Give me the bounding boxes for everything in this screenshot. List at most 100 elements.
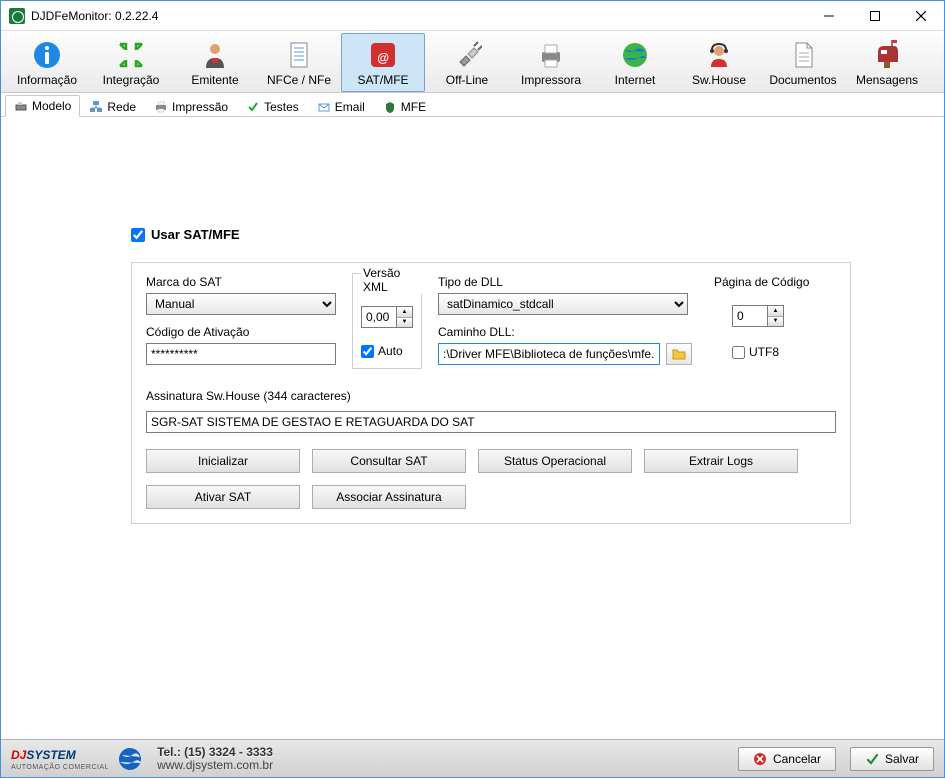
consultar-button[interactable]: Consultar SAT [312,449,466,473]
marca-label: Marca do SAT [146,275,336,289]
auto-label: Auto [378,344,403,358]
pagina-input[interactable] [732,305,768,327]
svg-text:@: @ [377,51,389,65]
caminho-label: Caminho DLL: [438,325,698,339]
inicializar-button[interactable]: Inicializar [146,449,300,473]
spin-up[interactable]: ▲ [397,307,412,318]
printer-icon [535,39,567,71]
page-icon [787,39,819,71]
tab-label: Rede [107,100,136,114]
minimize-button[interactable] [806,1,852,31]
main-toolbar: Informação Integração Emitente NFCe / NF… [1,31,944,93]
toolbar-impressora[interactable]: Impressora [509,33,593,92]
toolbar-documentos[interactable]: Documentos [761,33,845,92]
toolbar-label: Integração [103,73,160,87]
pagina-label: Página de Código [714,275,834,289]
marca-select[interactable]: Manual [146,293,336,315]
toolbar-offline[interactable]: Off-Line [425,33,509,92]
extrair-button[interactable]: Extrair Logs [644,449,798,473]
telephone: Tel.: (15) 3324 - 3333 [157,746,273,759]
email-icon [317,100,331,114]
at-icon: @ [367,39,399,71]
tab-email[interactable]: Email [308,95,374,117]
utf8-label: UTF8 [749,345,779,359]
check-icon [246,100,260,114]
utf8-checkbox[interactable] [732,346,745,359]
tab-label: MFE [401,100,426,114]
toolbar-informacao[interactable]: Informação [5,33,89,92]
toolbar-label: Documentos [769,73,836,87]
brand-tagline: AUTOMAÇÃO COMERCIAL [11,764,109,771]
toolbar-internet[interactable]: Internet [593,33,677,92]
cancel-button[interactable]: Cancelar [738,747,836,771]
toolbar-label: Off-Line [446,73,488,87]
mailbox-icon [871,39,903,71]
usar-sat-label: Usar SAT/MFE [151,227,240,242]
tab-label: Impressão [172,100,228,114]
app-icon [9,8,25,24]
spin-down[interactable]: ▼ [768,317,783,327]
browse-button[interactable] [666,343,692,365]
caminho-input[interactable] [438,343,660,365]
footer: DJSYSTEM AUTOMAÇÃO COMERCIAL Tel.: (15) … [1,739,944,777]
info-icon [31,39,63,71]
tab-modelo[interactable]: Modelo [5,95,80,117]
shield-icon [383,100,397,114]
close-button[interactable] [898,1,944,31]
pagina-spinner[interactable]: ▲▼ [732,305,834,327]
spin-down[interactable]: ▼ [397,318,412,328]
maximize-button[interactable] [852,1,898,31]
toolbar-integracao[interactable]: Integração [89,33,173,92]
versao-input[interactable] [361,306,397,328]
arrows-icon [115,39,147,71]
assinatura-input[interactable] [146,411,836,433]
associar-button[interactable]: Associar Assinatura [312,485,466,509]
usar-sat-checkbox[interactable] [131,228,145,242]
assinatura-label: Assinatura Sw.House (344 caracteres) [146,389,836,403]
titlebar: DJDFeMonitor: 0.2.22.4 [1,1,944,31]
toolbar-label: Mensagens [856,73,918,87]
support-icon [703,39,735,71]
versao-spinner[interactable]: ▲▼ [361,306,413,328]
toolbar-emitente[interactable]: Emitente [173,33,257,92]
tab-rede[interactable]: Rede [80,95,145,117]
toolbar-label: Sw.House [692,73,746,87]
toolbar-label: Impressora [521,73,581,87]
toolbar-nfce[interactable]: NFCe / NFe [257,33,341,92]
tab-mfe[interactable]: MFE [374,95,435,117]
app-window: DJDFeMonitor: 0.2.22.4 Informação Integr… [0,0,945,778]
folder-icon [672,348,686,360]
network-icon [89,100,103,114]
device-icon [14,99,28,113]
codigo-input[interactable] [146,343,336,365]
toolbar-label: SAT/MFE [357,73,408,87]
ativar-button[interactable]: Ativar SAT [146,485,300,509]
toolbar-swhouse[interactable]: Sw.House [677,33,761,92]
plug-icon [451,39,483,71]
content-area: Usar SAT/MFE Marca do SAT Manual Código … [1,117,944,739]
toolbar-sat-mfe[interactable]: @ SAT/MFE [341,33,425,92]
save-icon [865,752,879,766]
toolbar-label: Emitente [191,73,238,87]
auto-checkbox[interactable] [361,345,374,358]
person-icon [199,39,231,71]
toolbar-label: Informação [17,73,77,87]
tab-testes[interactable]: Testes [237,95,308,117]
tab-impressao[interactable]: Impressão [145,95,237,117]
window-title: DJDFeMonitor: 0.2.22.4 [31,9,806,23]
document-icon [283,39,315,71]
tipo-dll-select[interactable]: satDinamico_stdcall [438,293,688,315]
form-zone: Usar SAT/MFE Marca do SAT Manual Código … [131,227,851,524]
website: www.djsystem.com.br [157,759,273,772]
toolbar-mensagens[interactable]: Mensagens [845,33,929,92]
action-buttons: Inicializar Consultar SAT Status Operaci… [146,449,836,509]
brand-logo: DJSYSTEM [11,746,109,764]
status-button[interactable]: Status Operacional [478,449,632,473]
save-button[interactable]: Salvar [850,747,934,771]
spin-up[interactable]: ▲ [768,306,783,317]
globe-icon [619,39,651,71]
contact-info: Tel.: (15) 3324 - 3333 www.djsystem.com.… [157,746,273,772]
tab-label: Email [335,100,365,114]
tipo-dll-label: Tipo de DLL [438,275,698,289]
brand: DJSYSTEM AUTOMAÇÃO COMERCIAL [11,746,143,772]
